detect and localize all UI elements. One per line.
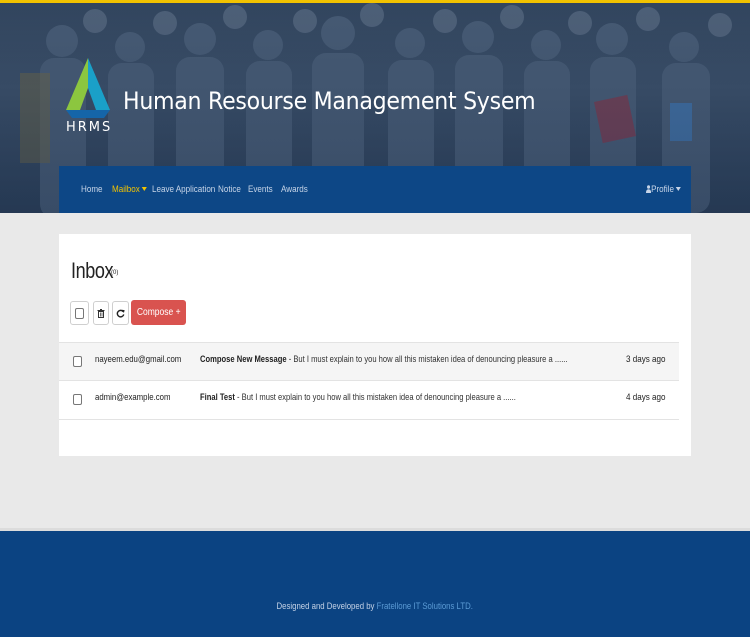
chevron-down-icon [675, 187, 681, 191]
checkbox-icon [75, 308, 84, 319]
footer-credit: Designed and Developed by Fratellone IT … [0, 601, 750, 612]
page-title: Inbox [71, 258, 114, 283]
compose-button[interactable]: Compose + [131, 300, 186, 325]
nav-profile[interactable]: Profile [646, 184, 681, 195]
refresh-button[interactable] [112, 301, 129, 325]
footer-company-link[interactable]: Fratellone IT Solutions LTD. [377, 601, 473, 612]
footer-text: Designed and Developed by [276, 601, 377, 612]
compose-label: Compose + [136, 307, 181, 318]
row-checkbox[interactable] [73, 356, 82, 367]
table-row[interactable]: nayeem.edu@gmail.com Compose New Message… [59, 342, 679, 381]
delete-button[interactable] [93, 301, 109, 325]
row-checkbox[interactable] [73, 394, 82, 405]
message-sender: nayeem.edu@gmail.com [95, 354, 182, 365]
message-preview: But I must explain to you how all this m… [241, 392, 516, 403]
message-subject: Final Test [200, 392, 235, 403]
message-summary[interactable]: Final Test - But I must explain to you h… [200, 392, 516, 403]
nav-profile-label: Profile [651, 184, 674, 195]
trash-icon [97, 309, 105, 318]
message-summary[interactable]: Compose New Message - But I must explain… [200, 354, 568, 365]
nav-mailbox-label: Mailbox [112, 184, 140, 195]
message-date: 4 days ago [625, 392, 665, 403]
message-preview: But I must explain to you how all this m… [293, 354, 568, 365]
logo-text: HRMS [66, 120, 113, 135]
select-all-button[interactable] [70, 301, 89, 325]
nav-home[interactable]: Home [81, 184, 103, 195]
table-row[interactable]: admin@example.com Final Test - But I mus… [59, 381, 679, 420]
main-navbar: Home Mailbox Leave Application Notice Ev… [59, 166, 691, 213]
nav-events[interactable]: Events [248, 184, 273, 195]
refresh-icon [116, 309, 125, 318]
site-title: Human Resourse Management Sysem [123, 87, 536, 115]
page-footer: Designed and Developed by Fratellone IT … [0, 528, 750, 637]
nav-awards[interactable]: Awards [281, 184, 308, 195]
header-banner: HRMS Human Resourse Management Sysem Hom… [0, 3, 750, 213]
nav-leave-application[interactable]: Leave Application [152, 184, 215, 195]
nav-mailbox[interactable]: Mailbox [112, 184, 147, 195]
nav-notice[interactable]: Notice [218, 184, 241, 195]
inbox-count: (0) [111, 270, 119, 276]
message-separator: - [286, 354, 294, 365]
inbox-panel: Inbox (0) Compose + nayeem.edu@gmail.com… [59, 234, 691, 456]
message-subject: Compose New Message [200, 354, 287, 365]
message-sender: admin@example.com [95, 392, 171, 403]
chevron-down-icon [141, 187, 147, 191]
message-date: 3 days ago [625, 354, 665, 365]
